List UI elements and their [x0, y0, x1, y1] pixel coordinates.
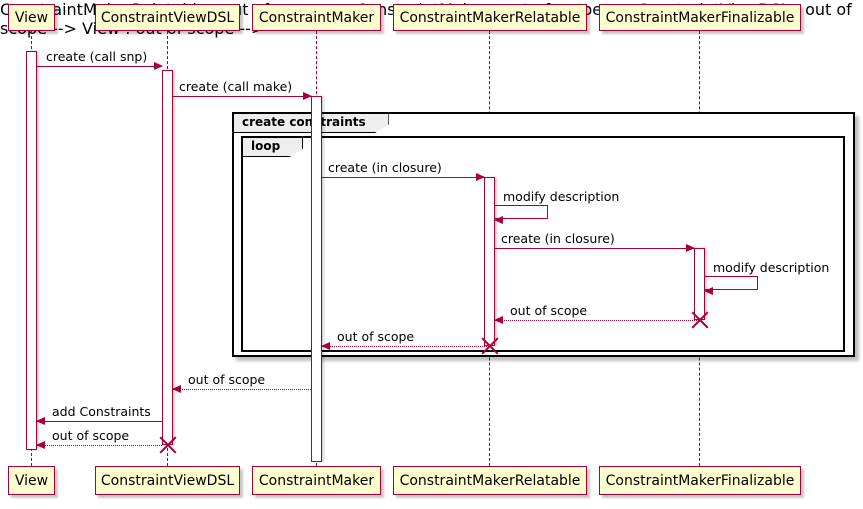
self-message-right-line — [757, 276, 758, 290]
message-line — [37, 66, 162, 67]
message-line — [173, 389, 311, 390]
participant-label: ConstraintMakerFinalizable — [605, 9, 795, 26]
participant-box-finalizable-top[interactable]: ConstraintMakerFinalizable — [599, 4, 801, 31]
participant-box-dsl-bottom[interactable]: ConstraintViewDSL — [95, 466, 240, 495]
participant-label: View — [14, 9, 49, 26]
arrowhead-right-icon — [154, 61, 163, 70]
participant-label: ConstraintMakerRelatable — [399, 472, 581, 489]
participant-label: ConstraintMakerFinalizable — [605, 472, 795, 489]
message-label: create (call make) — [179, 78, 293, 94]
message-label: create (in closure) — [501, 230, 615, 246]
message-label: out of scope — [510, 302, 588, 318]
self-message-label-relatable: modify description — [503, 189, 620, 204]
arrowhead-left-icon — [36, 440, 45, 449]
self-message-modify-description-finalizable[interactable] — [704, 276, 758, 295]
participant-box-view-bottom[interactable]: View — [8, 466, 55, 495]
arrowhead-right-icon — [303, 91, 312, 100]
message-line — [495, 248, 694, 249]
self-message-right-line — [547, 205, 548, 219]
participant-box-view-top[interactable]: View — [8, 4, 55, 31]
participant-label: ConstraintViewDSL — [100, 9, 235, 26]
message-line — [322, 177, 484, 178]
activation-maker — [311, 96, 322, 462]
message-line — [322, 346, 489, 347]
participant-label: View — [14, 472, 49, 489]
arrowhead-left-icon — [494, 215, 503, 224]
frame-label-text: loop — [251, 139, 281, 153]
message-label: add Constraints — [52, 403, 151, 419]
arrowhead-left-icon — [172, 384, 181, 393]
message-label: create (call snp) — [46, 48, 148, 64]
destroy-marker-relatable-icon — [478, 335, 500, 357]
destroy-marker-dsl-icon — [156, 434, 178, 456]
message-line — [37, 445, 162, 446]
arrowhead-left-icon — [36, 416, 45, 425]
self-message-top-line — [705, 276, 758, 277]
message-line — [37, 421, 162, 422]
participant-label: ConstraintViewDSL — [100, 472, 235, 489]
participant-box-relatable-bottom[interactable]: ConstraintMakerRelatable — [393, 466, 587, 495]
participant-box-finalizable-bottom[interactable]: ConstraintMakerFinalizable — [599, 466, 801, 495]
self-message-top-line — [495, 205, 548, 206]
participant-box-maker-top[interactable]: ConstraintMaker — [252, 4, 381, 31]
message-label: create (in closure) — [328, 159, 442, 175]
arrowhead-left-icon — [704, 286, 713, 295]
message-line — [495, 320, 699, 321]
destroy-marker-finalizable-icon — [688, 309, 710, 331]
arrowhead-right-icon — [476, 172, 485, 181]
message-label: out of scope — [52, 427, 130, 443]
activation-view — [26, 51, 37, 450]
participant-box-maker-bottom[interactable]: ConstraintMaker — [252, 466, 381, 495]
self-message-modify-description-relatable[interactable] — [494, 205, 548, 224]
arrowhead-left-icon — [494, 315, 503, 324]
sequence-diagram-canvas: View ConstraintViewDSL ConstraintMaker C… — [0, 0, 863, 509]
participant-label: ConstraintMakerRelatable — [399, 9, 581, 26]
arrowhead-left-icon — [321, 341, 330, 350]
message-label: out of scope — [188, 371, 266, 387]
message-label: out of scope — [337, 328, 415, 344]
frame-label-text: create constraints — [242, 115, 366, 129]
arrowhead-right-icon — [686, 243, 695, 252]
participant-box-dsl-top[interactable]: ConstraintViewDSL — [95, 4, 240, 31]
participant-box-relatable-top[interactable]: ConstraintMakerRelatable — [393, 4, 587, 31]
participant-label: ConstraintMaker — [258, 472, 375, 489]
self-message-label-finalizable: modify description — [713, 260, 830, 275]
participant-label: ConstraintMaker — [258, 9, 375, 26]
message-line — [173, 96, 311, 97]
